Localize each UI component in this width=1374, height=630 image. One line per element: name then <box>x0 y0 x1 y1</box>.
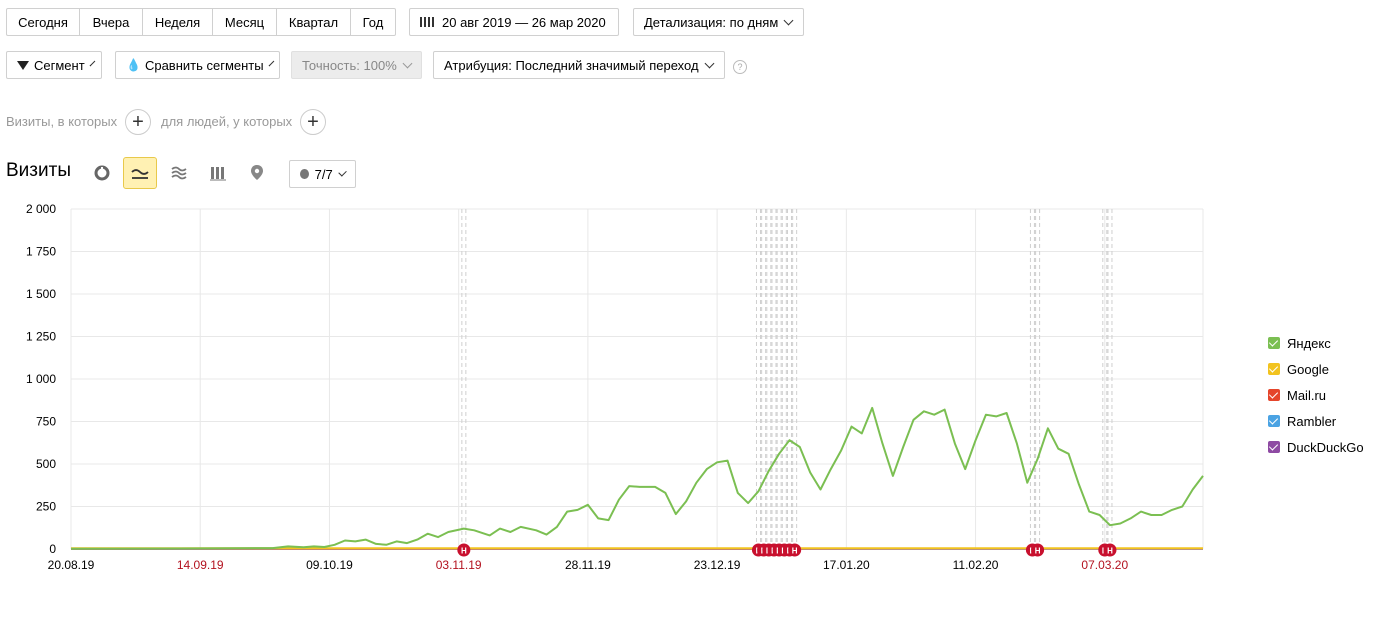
legend-item[interactable]: Mail.ru <box>1268 382 1364 408</box>
y-tick-label: 1 250 <box>26 330 56 344</box>
notes-count: 7/7 <box>314 166 333 182</box>
holiday-marker-label: Н <box>1035 547 1041 556</box>
help-icon[interactable]: ? <box>733 60 747 74</box>
period-year-button[interactable]: Год <box>351 8 396 36</box>
y-tick-label: 250 <box>36 500 56 514</box>
legend-checkbox-icon[interactable] <box>1268 363 1280 375</box>
period-today-button[interactable]: Сегодня <box>6 8 80 36</box>
legend-checkbox-icon[interactable] <box>1268 389 1280 401</box>
period-yesterday-button[interactable]: Вчера <box>80 8 143 36</box>
drops-icon: 💧 <box>126 58 141 72</box>
visits-line-chart: 2 000 1 750 1 500 1 250 1 000 750 500 250 0 20.08… <box>26 202 1204 572</box>
holiday-marker-label: Н <box>1107 547 1113 556</box>
x-tick-label: 28.11.19 <box>565 558 611 572</box>
period-selector: Сегодня Вчера Неделя Месяц Квартал Год <box>6 8 396 36</box>
date-range-button[interactable]: 20 авг 2019 — 26 мар 2020 <box>409 8 619 36</box>
accuracy-label: Точность: 100% <box>302 57 397 73</box>
map-chart-button[interactable] <box>240 157 274 189</box>
map-pin-icon <box>251 165 263 180</box>
legend-label: Rambler <box>1287 413 1337 429</box>
legend-checkbox-icon[interactable] <box>1268 441 1280 453</box>
chart-legend: Яндекс Google Mail.ru Rambler DuckDuckGo <box>1268 330 1364 460</box>
chevron-down-icon <box>402 58 413 68</box>
legend-label: Mail.ru <box>1287 387 1327 403</box>
legend-label: Google <box>1287 361 1329 377</box>
chevron-down-icon <box>268 60 274 66</box>
bar-chart-button[interactable] <box>201 157 235 189</box>
y-tick-label: 500 <box>36 457 56 471</box>
add-visit-condition-button[interactable]: + <box>125 109 151 135</box>
compare-label: Сравнить сегменты <box>144 57 264 73</box>
area-chart-button[interactable] <box>162 157 196 189</box>
x-tick-label: 23.12.19 <box>694 558 741 572</box>
line-chart-icon <box>131 169 149 179</box>
holiday-marker-label: Н <box>792 547 798 556</box>
legend-checkbox-icon[interactable] <box>1268 337 1280 349</box>
series-line-яндекс <box>70 406 1204 550</box>
legend-checkbox-icon[interactable] <box>1268 415 1280 427</box>
x-tick-label: 14.09.19 <box>177 558 224 572</box>
period-quarter-button[interactable]: Квартал <box>277 8 351 36</box>
chart-title: Визиты <box>6 160 71 181</box>
legend-item[interactable]: Rambler <box>1268 408 1364 434</box>
legend-item[interactable]: Google <box>1268 356 1364 382</box>
y-tick-label: 1 500 <box>26 287 56 301</box>
notes-dropdown[interactable]: 7/7 <box>289 160 356 188</box>
segment-dropdown[interactable]: Сегмент <box>6 51 102 79</box>
detail-label: Детализация: по дням <box>644 14 779 30</box>
filter-icon <box>17 60 29 70</box>
pie-chart-button[interactable] <box>85 157 119 189</box>
compare-segments-dropdown[interactable]: 💧 Сравнить сегменты <box>115 51 280 79</box>
chevron-down-icon <box>337 167 347 177</box>
people-condition-label: для людей, у которых <box>161 114 293 129</box>
y-tick-label: 2 000 <box>26 202 56 216</box>
y-tick-label: 1 750 <box>26 245 56 259</box>
holiday-marker-label: Н <box>461 547 467 556</box>
bar-chart-icon <box>210 167 226 181</box>
chevron-down-icon <box>704 58 715 68</box>
legend-label: DuckDuckGo <box>1287 439 1364 455</box>
legend-label: Яндекс <box>1287 335 1331 351</box>
visits-condition-label: Визиты, в которых <box>6 114 118 129</box>
x-tick-label: 03.11.19 <box>436 558 482 572</box>
attribution-label: Атрибуция: Последний значимый переход <box>444 57 699 73</box>
period-month-button[interactable]: Месяц <box>213 8 277 36</box>
segment-label: Сегмент <box>34 57 85 73</box>
pie-chart-icon <box>94 165 110 181</box>
calendar-icon <box>420 17 434 27</box>
line-chart-button[interactable] <box>123 157 157 189</box>
period-week-button[interactable]: Неделя <box>143 8 213 36</box>
accuracy-dropdown[interactable]: Точность: 100% <box>291 51 422 79</box>
speech-bubble-icon <box>300 169 309 179</box>
attribution-dropdown[interactable]: Атрибуция: Последний значимый переход <box>433 51 725 79</box>
x-tick-label: 17.01.20 <box>823 558 870 572</box>
y-tick-label: 1 000 <box>26 372 56 386</box>
legend-item[interactable]: Яндекс <box>1268 330 1364 356</box>
x-tick-label: 09.10.19 <box>306 558 353 572</box>
x-tick-label: 07.03.20 <box>1081 558 1128 572</box>
y-tick-label: 750 <box>36 415 56 429</box>
date-range-label: 20 авг 2019 — 26 мар 2020 <box>442 14 606 30</box>
x-tick-label: 11.02.20 <box>953 558 999 572</box>
chevron-down-icon <box>89 60 96 66</box>
detail-dropdown[interactable]: Детализация: по дням <box>633 8 804 36</box>
add-people-condition-button[interactable]: + <box>300 109 326 135</box>
legend-item[interactable]: DuckDuckGo <box>1268 434 1364 460</box>
chevron-down-icon <box>783 15 794 25</box>
y-tick-label: 0 <box>49 542 56 556</box>
area-chart-icon <box>171 166 187 180</box>
x-tick-label: 20.08.19 <box>48 558 95 572</box>
